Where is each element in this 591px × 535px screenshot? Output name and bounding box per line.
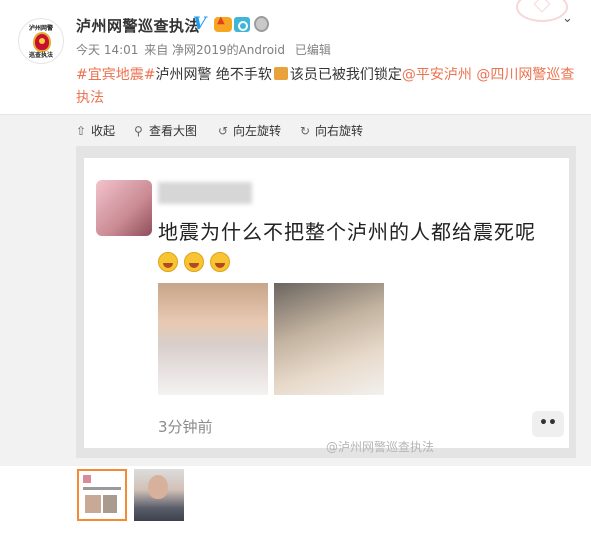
weibo-post: 泸州网警 巡查执法 泸州网警巡查执法 V ⌄ 今天 14:01 来自 净网201…	[0, 0, 591, 535]
thumb-avatar	[83, 475, 91, 483]
avatar-text-bottom: 巡查执法	[28, 52, 53, 59]
post-source: 来自 净网2019的Android	[144, 43, 285, 57]
laughing-emoji-icon	[210, 252, 230, 272]
laughing-emoji-icon	[158, 252, 178, 272]
image-viewer: 地震为什么不把整个泸州的人都给震死呢 3分钟前 •• @泸州网警巡查执法	[0, 146, 591, 466]
large-image[interactable]: 地震为什么不把整个泸州的人都给震死呢 3分钟前 •• @泸州网警巡查执法	[76, 146, 576, 458]
camera-icon[interactable]	[234, 17, 250, 32]
rotate-left-label: 向左旋转	[233, 124, 282, 138]
laughing-emoji-icon	[184, 252, 204, 272]
screenshot-card: 地震为什么不把整个泸州的人都给震死呢 3分钟前 ••	[84, 158, 569, 448]
view-large-button[interactable]: ⚲ 查看大图	[134, 122, 197, 139]
screenshot-photo	[274, 283, 384, 395]
thumbnail-portrait[interactable]	[134, 469, 184, 521]
screenshot-avatar	[96, 180, 152, 236]
image-toolbar: ⇧ 收起 ⚲ 查看大图 ↺ 向左旋转 ↻ 向右旋转	[0, 114, 591, 146]
rotate-right-button[interactable]: ↻ 向右旋转	[300, 122, 363, 139]
post-time[interactable]: 今天 14:01	[76, 43, 138, 57]
collapse-button[interactable]: ⇧ 收起	[76, 122, 115, 139]
vip-icon[interactable]	[214, 15, 232, 32]
collapse-label: 收起	[91, 124, 116, 138]
thumbnail-strip	[0, 466, 591, 535]
author-name[interactable]: 泸州网警巡查执法	[76, 15, 200, 36]
screenshot-photo	[158, 283, 268, 395]
thumb-text-line	[83, 487, 121, 490]
mention-link[interactable]: @平安泸州	[402, 67, 472, 83]
collapse-icon: ⇧	[76, 124, 87, 138]
post-text-segment: 该员已被我们锁定	[289, 67, 402, 83]
edited-label: 已编辑	[294, 43, 331, 57]
hashtag-link[interactable]: #宜宾地震#	[76, 67, 155, 83]
screenshot-time: 3分钟前	[158, 418, 213, 436]
thumbnail-selected[interactable]	[77, 469, 127, 521]
thumb-photo	[103, 495, 117, 513]
rotate-right-icon: ↻	[300, 124, 311, 138]
post-meta: 今天 14:01 来自 净网2019的Android 已编辑	[76, 41, 331, 58]
post-text: #宜宾地震#泸州网警 绝不手软 该员已被我们锁定@平安泸州 @四川网警巡查执法	[76, 64, 576, 110]
image-watermark: @泸州网警巡查执法	[326, 440, 435, 454]
thumb-photo	[85, 495, 101, 513]
medal-icon[interactable]	[254, 16, 269, 32]
blurred-username	[158, 182, 252, 204]
chevron-down-icon[interactable]: ⌄	[562, 12, 573, 26]
stamp-watermark	[516, 0, 568, 22]
verified-icon[interactable]: V	[193, 16, 209, 33]
post-text-segment: 泸州网警 绝不手软	[155, 67, 272, 83]
avatar-text-top: 泸州网警	[28, 25, 53, 32]
rotate-left-icon: ↺	[218, 124, 229, 138]
emoji-icon	[273, 67, 288, 80]
screenshot-text: 地震为什么不把整个泸州的人都给震死呢	[158, 220, 536, 244]
author-avatar[interactable]: 泸州网警 巡查执法	[18, 18, 64, 64]
magnifier-icon: ⚲	[134, 124, 143, 138]
rotate-left-button[interactable]: ↺ 向左旋转	[218, 122, 281, 139]
view-large-label: 查看大图	[149, 124, 198, 138]
rotate-right-label: 向右旋转	[315, 124, 364, 138]
more-icon: ••	[532, 411, 564, 437]
police-badge-icon	[33, 32, 51, 52]
